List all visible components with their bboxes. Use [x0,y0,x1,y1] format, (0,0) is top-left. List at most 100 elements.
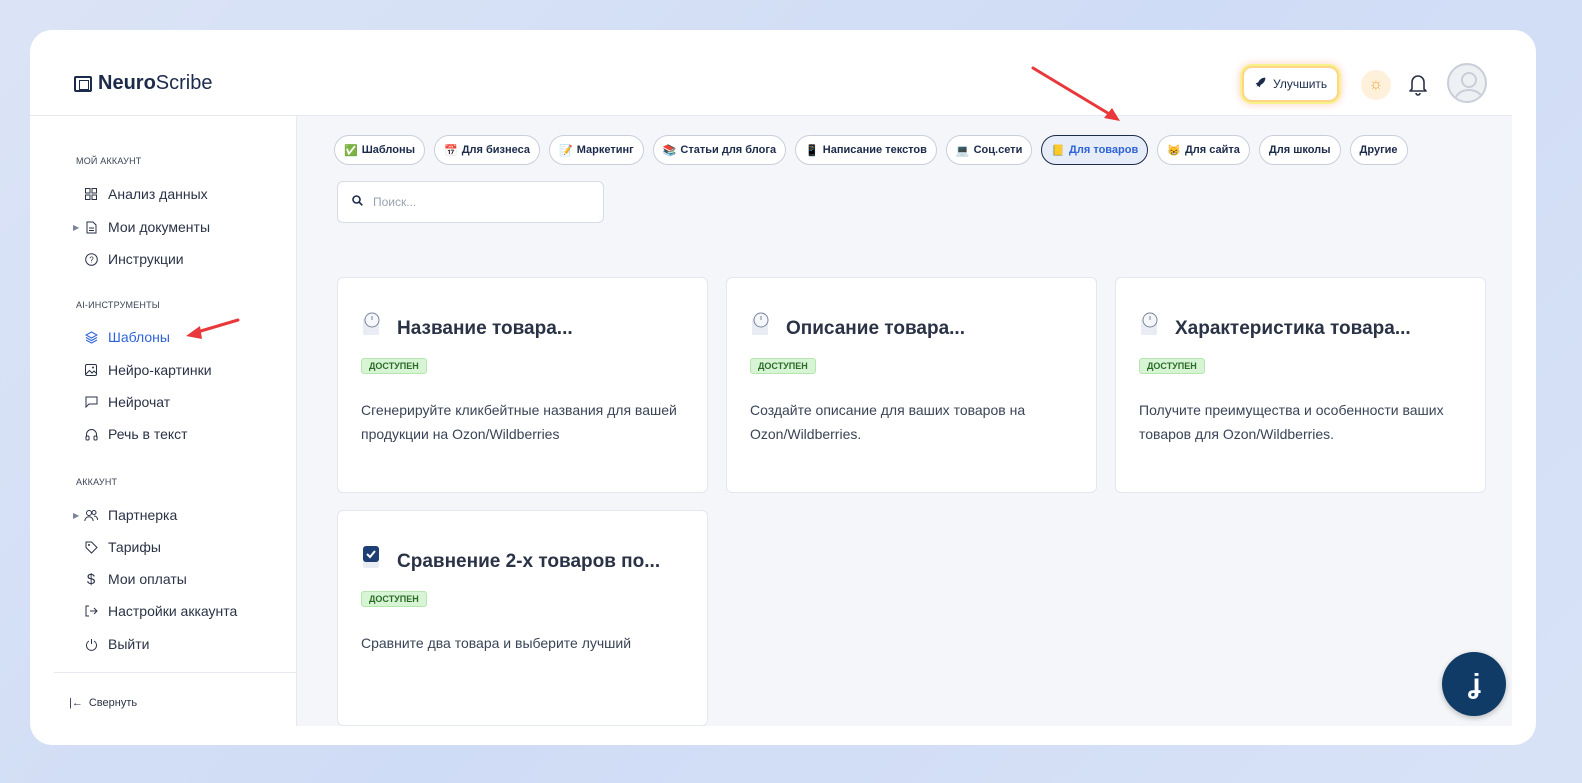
tab-label: Соц.сети [973,144,1023,156]
upgrade-label: Улучшить [1273,77,1328,91]
card-description: Сгенерируйте кликбейтные названия для ва… [361,402,677,442]
category-emoji-icon: 😸 [1167,144,1181,157]
collapse-button[interactable]: |← Свернуть [69,697,137,709]
card-title: Сравнение 2-х товаров по... [397,551,661,572]
theme-toggle-sun-icon[interactable]: ☼ [1361,70,1391,100]
template-card[interactable]: Сравнение 2-х товаров по... доступен Сравн… [337,510,708,726]
tab-label: Статьи для блога [680,144,777,156]
tab-label: Написание текстов [822,144,927,156]
tab-category[interactable]: 💻 Соц.сети [945,135,1033,165]
sidebar-item-neuro-images[interactable]: Нейро-картинки [84,362,212,378]
tab-category[interactable]: 📝 Маркетинг [549,135,644,165]
card-title: Описание товара... [786,318,965,339]
tab-category[interactable]: Для школы [1258,135,1341,165]
search-box[interactable] [337,181,604,223]
sidebar-item-payments[interactable]: $ Мои оплаты [84,570,187,588]
chat-support-button[interactable]: ʝ [1442,652,1506,716]
upgrade-button[interactable]: Улучшить [1244,68,1338,100]
section-my-account: Мой аккаунт [76,156,142,166]
avatar[interactable] [1447,63,1487,103]
sidebar-item-neuro-chat[interactable]: Нейрочат [84,394,170,410]
tab-category[interactable]: Другие [1349,135,1408,165]
top-bar: NeuroScribe Улучшить ☼ [30,30,1512,116]
sidebar-item-documents[interactable]: ▶ Мои документы [73,219,211,235]
tab-category[interactable]: 📅 Для бизнеса [434,135,541,165]
tab-category[interactable]: 📚 Статьи для блога [652,135,787,165]
image-icon [84,363,98,377]
document-icon [84,220,98,234]
sidebar-item-logout[interactable]: Выйти [84,636,149,652]
sidebar-item-label: Анализ данных [108,186,208,202]
annotation-arrow-top [1031,66,1120,121]
sidebar-item-speech-to-text[interactable]: Речь в текст [84,426,188,442]
main-content: ✅ Шаблоны 📅 Для бизнеса 📝 Маркетинг 📚 Статьи дл… [297,116,1512,726]
template-emoji-icon [361,545,383,569]
svg-text:?: ? [89,255,94,264]
tab-label: Другие [1359,144,1398,156]
sidebar-item-label: Мои оплаты [108,571,187,587]
rocket-icon [1254,76,1267,92]
template-emoji-icon [1139,312,1161,336]
layers-icon [84,330,98,344]
annotation-arrow-left [186,318,240,339]
tab-category[interactable]: 📒 Для товаров [1041,135,1149,165]
tab-category[interactable]: 📱 Написание текстов [795,135,937,165]
card-description: Сравните два товара и выберите лучший [361,635,632,651]
sidebar-item-label: Настройки аккаунта [108,603,238,619]
category-emoji-icon: 📚 [662,144,677,157]
status-badge: доступен [361,358,427,374]
category-emoji-icon: 📝 [559,144,573,157]
category-emoji-icon: 📒 [1051,144,1066,157]
tab-label: Для бизнеса [461,144,531,156]
sidebar-item-label: Инструкции [108,251,184,267]
card-title: Характеристика товара... [1175,318,1411,339]
sidebar-item-instructions[interactable]: ? Инструкции [84,251,184,267]
card-description: Получите преимущества и особенности ваши… [1139,402,1444,442]
section-ai-tools: AI-инструменты [76,300,160,310]
chat-icon [84,395,98,409]
sidebar: Мой аккаунт Анализ данных ▶ Мои документ… [54,116,297,726]
app-window: NeuroScribe Улучшить ☼ Мой аккаунт Анали… [30,30,1536,745]
status-badge: доступен [750,358,816,374]
help-circle-icon: ? [84,252,98,266]
sidebar-item-partner[interactable]: ▶ Партнерка [73,507,177,523]
category-emoji-icon: 💻 [955,144,970,157]
status-badge: доступен [361,591,427,607]
template-emoji-icon [750,312,772,336]
sidebar-item-label: Речь в текст [108,426,188,442]
bell-icon[interactable] [1408,72,1428,96]
caret-right-icon[interactable]: ▶ [73,223,79,232]
tab-category[interactable]: ✅ Шаблоны [334,135,425,165]
divider [54,672,297,673]
search-input[interactable] [373,195,573,209]
card-title: Название товара... [397,318,573,339]
sidebar-item-templates[interactable]: Шаблоны [84,329,170,345]
sidebar-item-analytics[interactable]: Анализ данных [84,186,208,202]
sidebar-item-label: Тарифы [108,539,161,555]
dollar-icon: $ [86,570,96,588]
category-emoji-icon: ✅ [344,144,358,157]
users-icon [84,508,98,522]
template-card[interactable]: Характеристика товара... доступен Получите… [1115,277,1486,493]
logo-icon [74,75,92,92]
app-logo[interactable]: NeuroScribe [74,72,213,95]
logo-text: NeuroScribe [98,72,213,94]
sidebar-item-tariffs[interactable]: Тарифы [84,539,161,555]
sidebar-item-settings[interactable]: Настройки аккаунта [84,603,237,619]
search-icon [352,193,363,211]
sidebar-item-label: Нейрочат [108,394,171,410]
template-card[interactable]: Название товара... доступен Сгенерируйте к… [337,277,708,493]
tab-category[interactable]: 😸 Для сайта [1157,135,1250,165]
grid-icon [84,187,98,201]
sidebar-item-label: Шаблоны [108,329,170,345]
status-badge: доступен [1139,358,1205,374]
collapse-arrow-icon: |← [69,697,83,709]
category-tabs: ✅ Шаблоны 📅 Для бизнеса 📝 Маркетинг 📚 Статьи дл… [334,135,1408,165]
tag-icon [84,540,98,554]
card-description: Создайте описание для ваших товаров на O… [750,402,1026,442]
sidebar-item-label: Мои документы [108,219,211,235]
tab-label: Для школы [1268,144,1331,156]
category-emoji-icon: 📅 [444,144,458,157]
template-card[interactable]: Описание товара... доступен Создайте описа… [726,277,1097,493]
caret-right-icon[interactable]: ▶ [73,511,79,520]
